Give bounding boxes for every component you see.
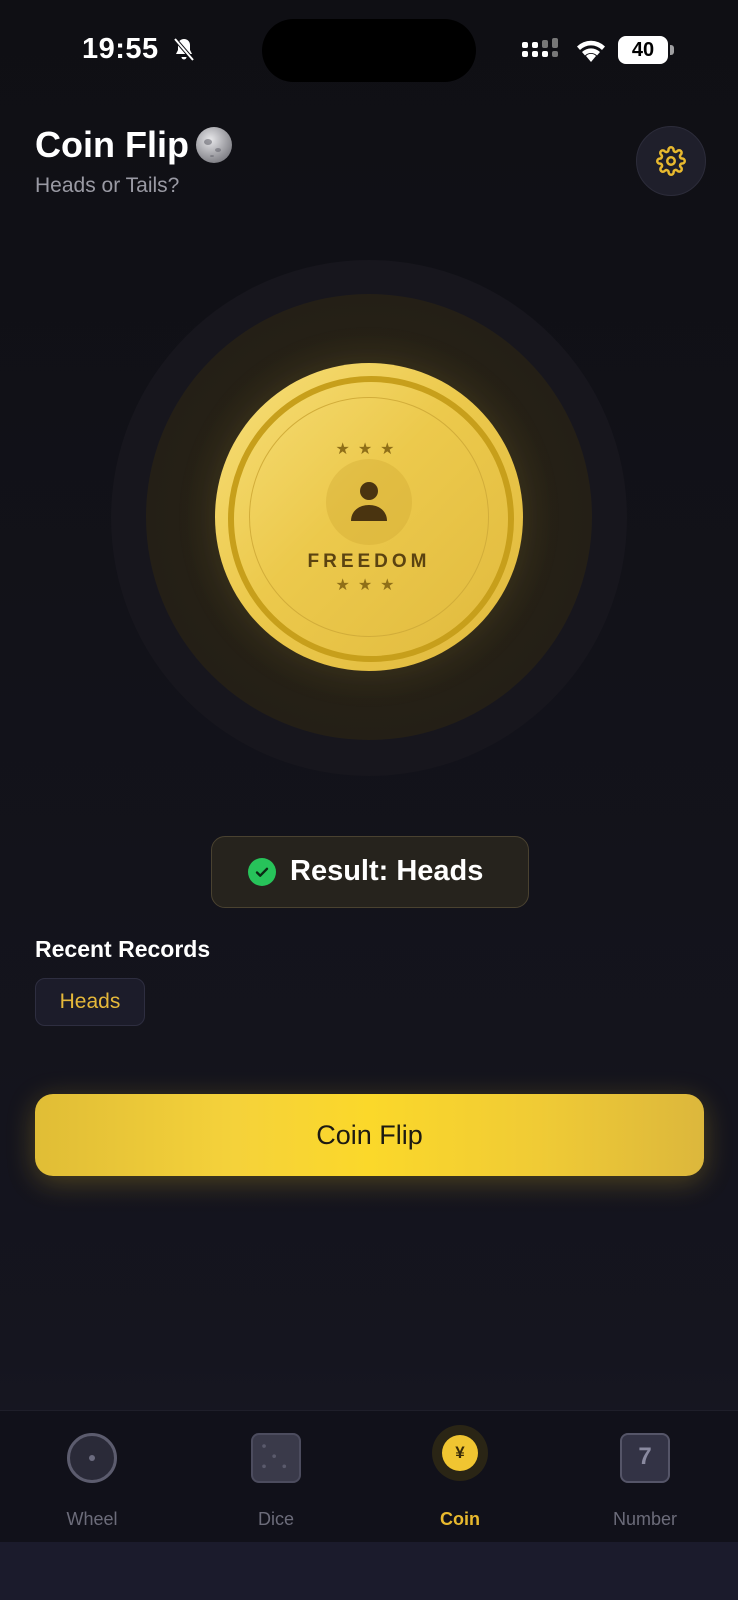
dice-icon	[251, 1433, 301, 1483]
coin-icon: ¥	[432, 1425, 488, 1481]
result-text: Result: Heads	[290, 855, 484, 887]
status-bar: 19:55 40	[0, 0, 738, 100]
result-badge: Result: Heads	[211, 836, 529, 908]
person-icon	[351, 482, 387, 521]
tab-bar: Wheel Dice ¥ Coin 7 Number	[0, 1410, 738, 1543]
tab-coin-label: Coin	[440, 1509, 480, 1529]
recent-records-title: Recent Records	[35, 936, 211, 962]
coin-stars-bottom: ★★★	[335, 577, 403, 594]
coin-flip-button[interactable]: Coin Flip	[35, 1094, 704, 1176]
wheel-icon	[67, 1433, 117, 1483]
record-chip: Heads	[35, 978, 145, 1026]
tab-number-label: Number	[612, 1509, 678, 1529]
settings-button[interactable]	[636, 126, 706, 196]
coin-icon-glyph: ¥	[442, 1435, 478, 1471]
number-icon: 7	[620, 1433, 670, 1483]
page-title: Coin Flip	[35, 124, 189, 165]
gear-icon	[656, 146, 686, 176]
tab-coin[interactable]: ¥ Coin	[380, 1411, 540, 1543]
record-chip-label: Heads	[59, 990, 121, 1013]
battery-level: 40	[631, 39, 655, 61]
coin-portrait	[326, 459, 412, 545]
dynamic-island	[262, 19, 476, 82]
moon-emoji-icon	[196, 127, 232, 163]
tab-dice[interactable]: Dice	[196, 1411, 356, 1543]
signal-icon	[522, 38, 558, 57]
coin-flip-button-label: Coin Flip	[316, 1120, 423, 1150]
page-subtitle: Heads or Tails?	[35, 174, 180, 197]
battery-icon: 40	[618, 36, 674, 64]
tab-number[interactable]: 7 Number	[565, 1411, 725, 1543]
tab-dice-label: Dice	[257, 1509, 294, 1529]
coin[interactable]: ★★★ FREEDOM ★★★	[215, 363, 523, 671]
bell-slash-icon	[173, 37, 195, 62]
status-time: 19:55	[82, 33, 159, 65]
coin-word: FREEDOM	[307, 551, 431, 572]
tab-wheel[interactable]: Wheel	[12, 1411, 172, 1543]
home-indicator-area	[0, 1542, 738, 1600]
tab-wheel-label: Wheel	[66, 1509, 118, 1529]
coin-stars-top: ★★★	[335, 441, 403, 458]
wifi-icon	[577, 40, 605, 62]
check-circle-icon	[248, 858, 276, 886]
